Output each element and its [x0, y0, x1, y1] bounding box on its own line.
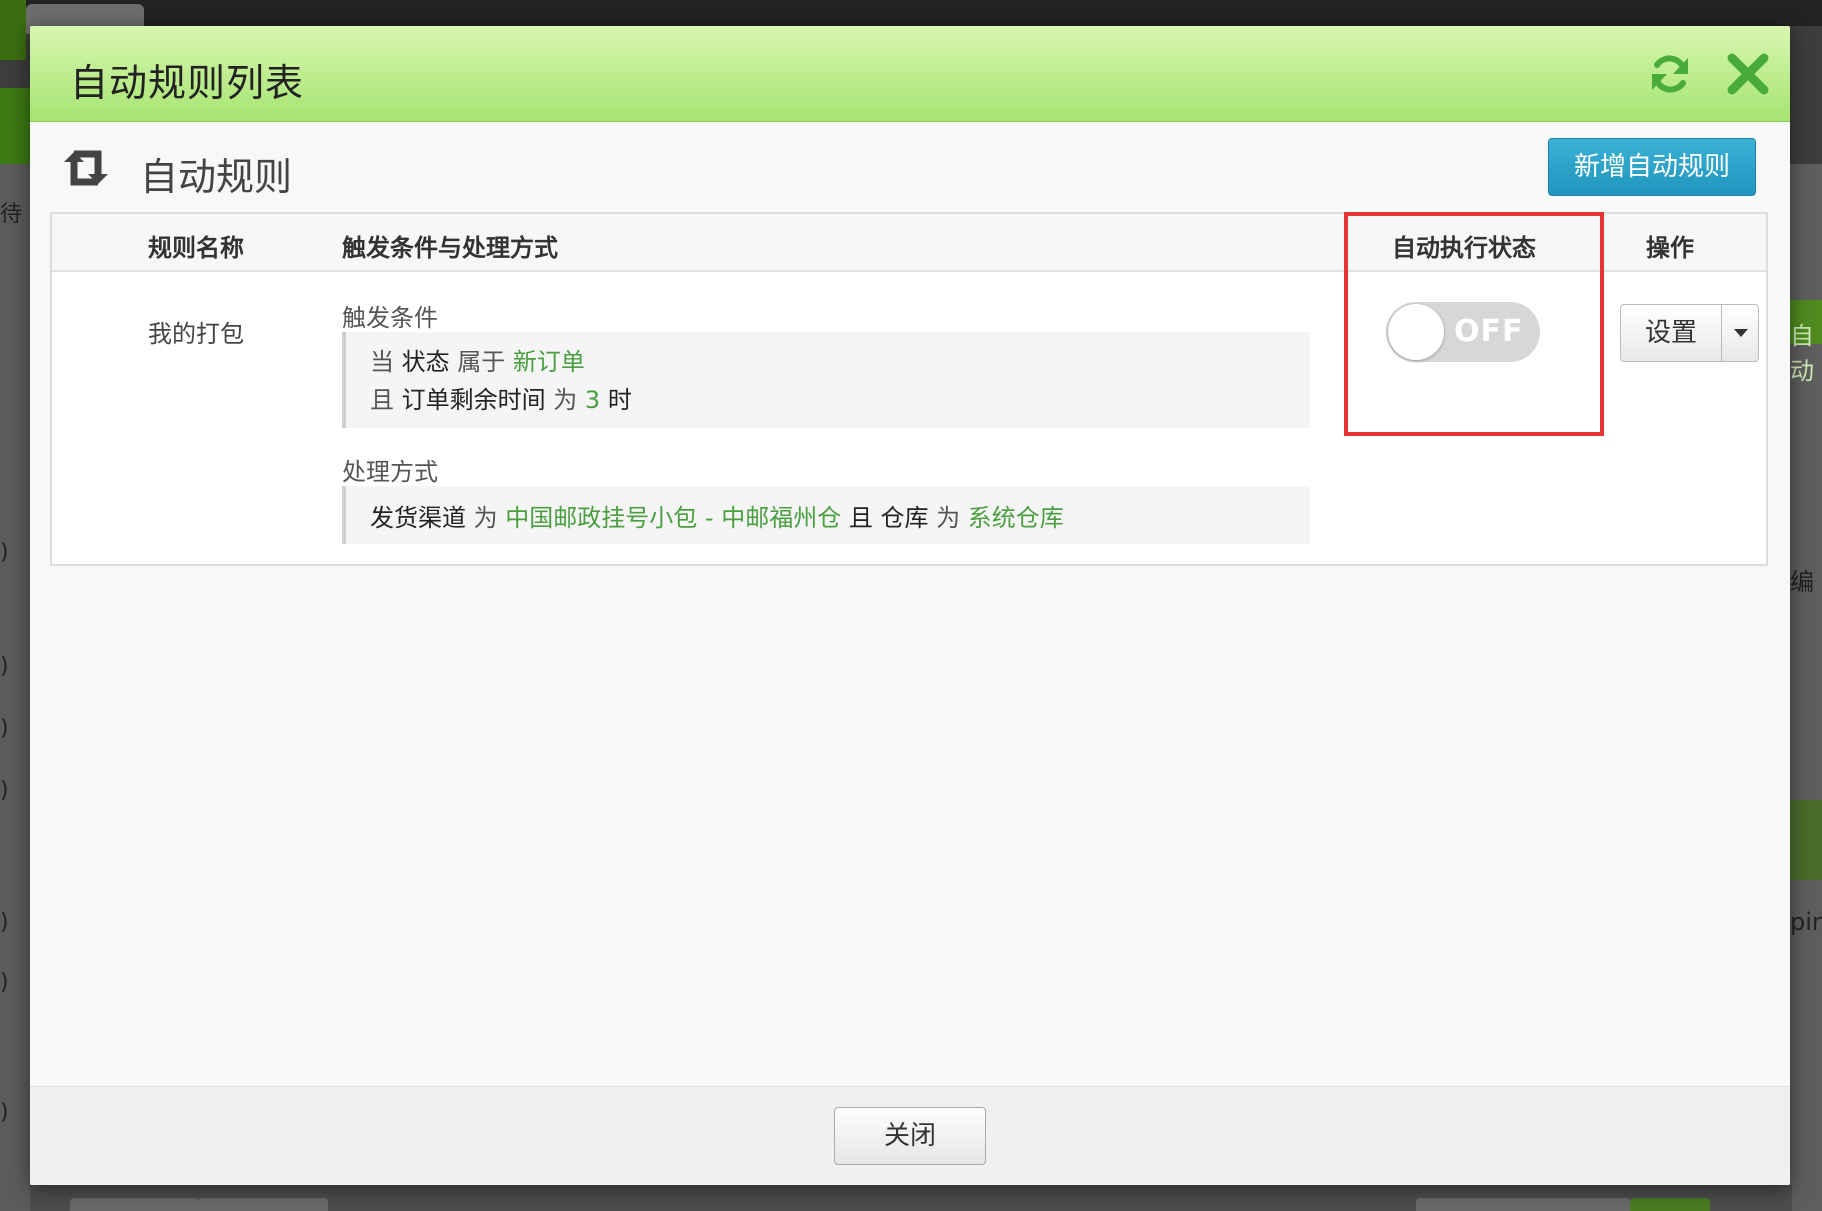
background-left-text: ) — [0, 1100, 9, 1125]
condition-operator: 属于 — [457, 348, 506, 376]
column-header-conditions: 触发条件与处理方式 — [342, 234, 558, 262]
handle-label: 处理方式 — [342, 458, 438, 486]
background-left-text: ) — [0, 540, 9, 565]
caret-down-icon — [1734, 329, 1748, 337]
trigger-condition-line: 当 状态 属于 新订单 — [370, 342, 585, 377]
action-value: 系统仓库 — [967, 504, 1064, 532]
action-field: 发货渠道 — [370, 504, 466, 532]
action-operator: 为 — [936, 504, 961, 532]
background-bottom-button — [70, 1198, 198, 1211]
background-right-green — [1790, 800, 1822, 880]
column-header-actions: 操作 — [1646, 234, 1694, 262]
close-icon[interactable] — [1726, 52, 1770, 96]
condition-operator: 为 — [553, 386, 578, 414]
toggle-status-label: OFF — [1454, 314, 1524, 349]
background-bottom-button — [1630, 1198, 1710, 1211]
rule-name: 我的打包 — [148, 320, 244, 348]
trigger-conditions-box: 当 状态 属于 新订单 且 订单剩余时间 为 3 时 — [342, 332, 1310, 428]
column-header-name: 规则名称 — [148, 234, 244, 262]
trigger-condition-line: 且 订单剩余时间 为 3 时 — [370, 380, 632, 415]
condition-prefix: 且 — [370, 386, 394, 414]
sub-header: 自动规则 — [30, 122, 1790, 208]
background-right-text: 编 — [1790, 568, 1814, 596]
background-green-block-2 — [0, 88, 30, 164]
background-top-bar — [0, 0, 1822, 26]
background-bottom-button — [198, 1198, 328, 1211]
background-right-text: ping — [1790, 908, 1822, 936]
modal-header: 自动规则列表 — [30, 26, 1790, 122]
condition-value: 新订单 — [512, 348, 585, 376]
background-green-block — [0, 0, 26, 60]
rules-table: 规则名称 触发条件与处理方式 自动执行状态 操作 我的打包 触发条件 当 状态 … — [50, 212, 1768, 566]
refresh-icon[interactable] — [1648, 52, 1692, 96]
background-bottom-button — [1416, 1198, 1630, 1211]
modal-footer: 关闭 — [30, 1086, 1790, 1185]
background-left-text: 待 — [0, 202, 23, 227]
column-header-status: 自动执行状态 — [1392, 234, 1536, 262]
background-left-text: ) — [0, 716, 9, 741]
action-operator: 为 — [473, 504, 498, 532]
auto-exec-toggle[interactable]: OFF — [1386, 302, 1540, 362]
modal-title: 自动规则列表 — [70, 61, 305, 105]
condition-prefix: 当 — [370, 348, 394, 376]
toggle-knob — [1388, 304, 1444, 360]
close-button[interactable]: 关闭 — [834, 1107, 986, 1165]
background-right-text: 自动 — [1790, 322, 1814, 385]
condition-field: 状态 — [401, 348, 450, 376]
settings-button[interactable]: 设置 — [1620, 304, 1722, 362]
background-left-text: ) — [0, 778, 9, 803]
condition-value: 3 — [584, 386, 601, 414]
settings-dropdown-toggle[interactable] — [1721, 304, 1759, 362]
action-field: 仓库 — [880, 504, 929, 532]
condition-suffix: 时 — [607, 386, 632, 414]
action-value: 中国邮政挂号小包 - 中邮福州仓 — [505, 504, 842, 532]
section-title: 自动规则 — [140, 155, 293, 199]
auto-rules-modal: 自动规则列表 自动规则 新增自动规则 规则名称 触发条件与处理方式 自动执行状态… — [30, 26, 1790, 1185]
background-left-text: ) — [0, 970, 9, 995]
settings-split-button: 设置 — [1620, 304, 1760, 362]
condition-field: 订单剩余时间 — [401, 386, 546, 414]
background-left-text: ) — [0, 910, 9, 935]
add-rule-button[interactable]: 新增自动规则 — [1548, 138, 1756, 196]
handle-action-line: 发货渠道 为 中国邮政挂号小包 - 中邮福州仓 且 仓库 为 系统仓库 — [370, 498, 1064, 533]
retweet-icon — [64, 150, 108, 186]
table-header: 规则名称 触发条件与处理方式 自动执行状态 操作 — [52, 214, 1766, 272]
action-joiner: 且 — [848, 504, 873, 532]
trigger-label: 触发条件 — [342, 304, 438, 332]
background-left-text: ) — [0, 654, 9, 679]
background-left-strip — [0, 164, 30, 1211]
handle-action-box: 发货渠道 为 中国邮政挂号小包 - 中邮福州仓 且 仓库 为 系统仓库 — [342, 486, 1310, 544]
